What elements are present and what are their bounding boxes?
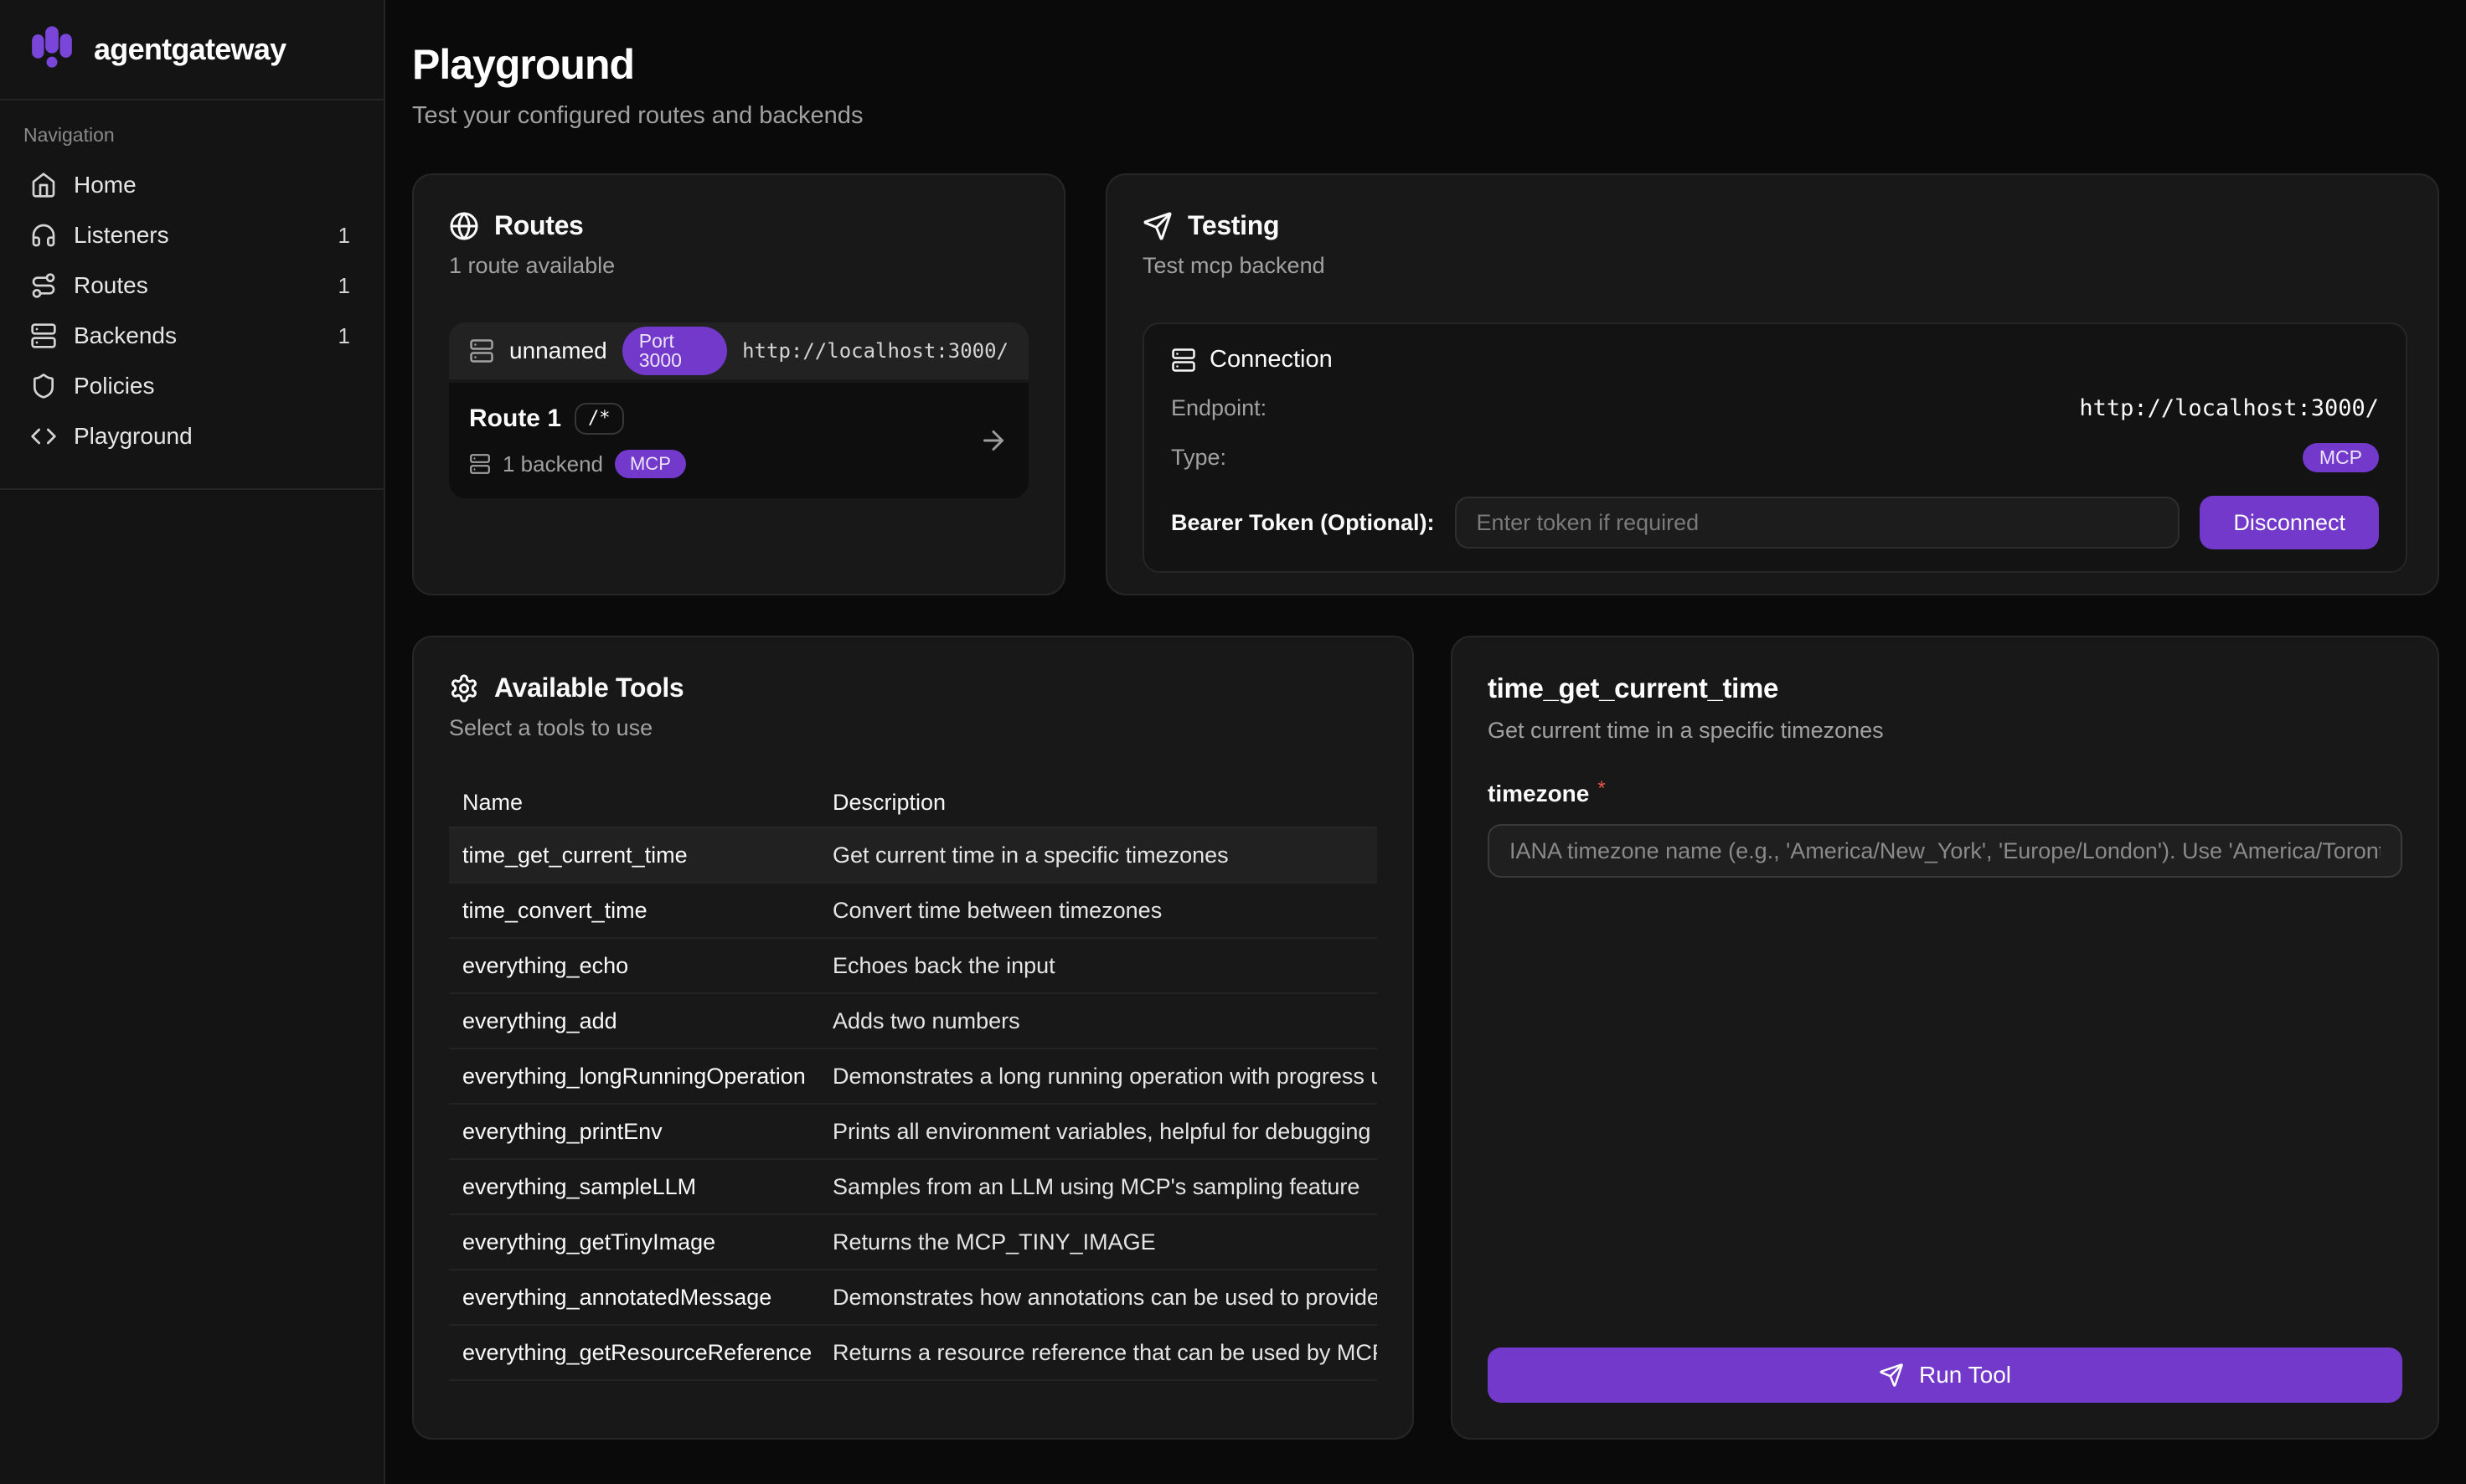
server-icon xyxy=(30,322,57,349)
sidebar-item-home[interactable]: Home xyxy=(20,160,364,210)
server-icon xyxy=(469,453,491,475)
table-row[interactable]: everything_echo Echoes back the input xyxy=(449,939,1377,994)
sidebar-item-playground[interactable]: Playground xyxy=(20,411,364,461)
table-row[interactable]: everything_printEnv Prints all environme… xyxy=(449,1105,1377,1160)
table-row[interactable]: everything_getResourceReference Returns … xyxy=(449,1326,1377,1381)
nav-count-badge: 1 xyxy=(338,323,350,349)
app-title: agentgateway xyxy=(94,32,286,67)
type-label: Type: xyxy=(1171,445,1226,471)
required-marker: * xyxy=(1597,777,1605,801)
routes-card: Routes 1 route available unnamed Port 30… xyxy=(412,173,1065,595)
table-row[interactable]: everything_sampleLLM Samples from an LLM… xyxy=(449,1160,1377,1215)
run-tool-button[interactable]: Run Tool xyxy=(1488,1347,2402,1403)
home-icon xyxy=(30,172,57,198)
routes-card-title: Routes xyxy=(494,210,584,241)
routes-card-subtitle: 1 route available xyxy=(449,253,1029,279)
tools-table: Name Description time_get_current_time G… xyxy=(449,778,1377,1381)
sidebar-item-routes[interactable]: Routes 1 xyxy=(20,260,364,311)
globe-icon xyxy=(449,211,479,241)
route-row[interactable]: Route 1 /* 1 backend MCP xyxy=(449,383,1029,498)
timezone-field-label: timezone xyxy=(1488,781,1589,807)
code-icon xyxy=(30,423,57,450)
column-header-name: Name xyxy=(449,790,819,816)
arrow-right-icon[interactable] xyxy=(978,425,1009,456)
main-content: Playground Test your configured routes a… xyxy=(385,0,2466,1484)
run-tool-label: Run Tool xyxy=(1919,1362,2011,1389)
agentgateway-molecule-icon xyxy=(27,19,77,80)
table-row[interactable]: time_convert_time Convert time between t… xyxy=(449,884,1377,939)
bearer-token-input[interactable] xyxy=(1455,497,2180,549)
tool-subtitle: Get current time in a specific timezones xyxy=(1488,718,2402,744)
protocol-badge: MCP xyxy=(615,450,686,478)
page-subtitle: Test your configured routes and backends xyxy=(412,102,2439,130)
testing-card-subtitle: Test mcp backend xyxy=(1143,253,2407,279)
server-icon xyxy=(1171,348,1196,373)
nav-count-badge: 1 xyxy=(338,273,350,299)
shield-icon xyxy=(30,373,57,399)
backend-count: 1 backend xyxy=(503,451,603,477)
connection-title: Connection xyxy=(1210,346,1333,374)
headphones-icon xyxy=(30,222,57,249)
type-badge: MCP xyxy=(2303,443,2379,472)
bearer-token-label: Bearer Token (Optional): xyxy=(1171,510,1435,536)
sidebar-item-backends[interactable]: Backends 1 xyxy=(20,311,364,361)
gear-icon xyxy=(449,673,479,703)
tools-card-title: Available Tools xyxy=(494,672,684,703)
endpoint-value: http://localhost:3000/ xyxy=(2079,395,2379,421)
table-row[interactable]: everything_add Adds two numbers xyxy=(449,994,1377,1049)
testing-card: Testing Test mcp backend Connection Endp… xyxy=(1106,173,2439,595)
listener-url: http://localhost:3000/ xyxy=(742,339,1009,363)
endpoint-label: Endpoint: xyxy=(1171,395,1267,421)
tool-title: time_get_current_time xyxy=(1488,672,2402,704)
port-badge: Port 3000 xyxy=(622,327,727,375)
timezone-input[interactable] xyxy=(1488,824,2402,878)
send-icon xyxy=(1879,1363,1904,1388)
nav-count-badge: 1 xyxy=(338,223,350,249)
sidebar-item-policies[interactable]: Policies xyxy=(20,361,364,411)
nav-section-label: Navigation xyxy=(20,124,364,160)
sidebar: agentgateway Navigation Home Listeners 1… xyxy=(0,0,385,1484)
table-row[interactable]: time_get_current_time Get current time i… xyxy=(449,828,1377,884)
sidebar-item-listeners[interactable]: Listeners 1 xyxy=(20,210,364,260)
route-name: Route 1 xyxy=(469,404,561,433)
route-path-badge: /* xyxy=(575,403,624,435)
connection-box: Connection Endpoint: http://localhost:30… xyxy=(1143,322,2407,573)
tools-table-header: Name Description xyxy=(449,778,1377,828)
disconnect-button[interactable]: Disconnect xyxy=(2200,496,2379,549)
tools-card-subtitle: Select a tools to use xyxy=(449,715,1377,741)
listener-row: unnamed Port 3000 http://localhost:3000/ xyxy=(449,322,1029,379)
app-logo[interactable]: agentgateway xyxy=(0,0,384,100)
sidebar-nav: Navigation Home Listeners 1 Routes 1 Bac… xyxy=(0,100,384,490)
table-row[interactable]: everything_annotatedMessage Demonstrates… xyxy=(449,1270,1377,1326)
server-icon xyxy=(469,338,494,363)
available-tools-card: Available Tools Select a tools to use Na… xyxy=(412,636,1414,1440)
route-icon xyxy=(30,272,57,299)
table-row[interactable]: everything_getTinyImage Returns the MCP_… xyxy=(449,1215,1377,1270)
column-header-description: Description xyxy=(819,790,1377,816)
page-title: Playground xyxy=(412,40,2439,89)
tool-run-panel: time_get_current_time Get current time i… xyxy=(1451,636,2439,1440)
testing-card-title: Testing xyxy=(1188,210,1279,241)
listener-name: unnamed xyxy=(509,338,607,364)
send-icon xyxy=(1143,211,1173,241)
table-row[interactable]: everything_longRunningOperation Demonstr… xyxy=(449,1049,1377,1105)
playground-page: agentgateway Navigation Home Listeners 1… xyxy=(0,0,2466,1484)
